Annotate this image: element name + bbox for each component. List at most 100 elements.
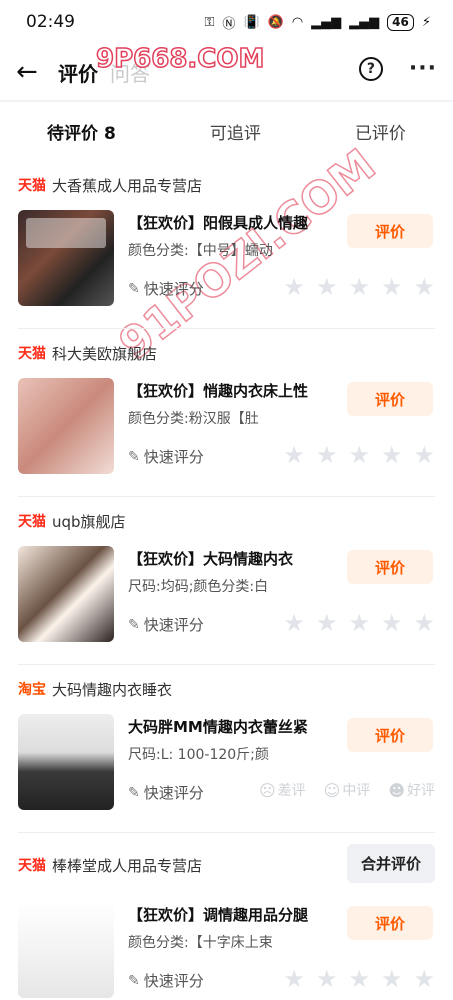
bad-review-option[interactable]: ☹ 差评: [259, 780, 306, 800]
quick-rate: ✎ 快速评分: [128, 972, 204, 990]
star-rating: ★ ★ ★ ★ ★: [283, 610, 435, 636]
merge-review-button[interactable]: 合并评价: [346, 844, 435, 883]
shop-name[interactable]: 大码情趣内衣睡衣: [52, 679, 172, 700]
pencil-icon: ✎: [128, 616, 140, 633]
signal-icon: ▂▄▆: [311, 14, 342, 30]
tab-pending[interactable]: 待评价 8: [47, 119, 116, 144]
help-icon[interactable]: ?: [358, 56, 383, 81]
neutral-face-icon: ☺: [323, 780, 341, 800]
mute-icon: 🔕: [267, 14, 284, 30]
shop-card: 天猫 uqb旗舰店 【狂欢价】大码情趣内衣 尺码:均码;颜色分类:白 ✎ 快速评分…: [0, 506, 453, 656]
star-icon[interactable]: ★: [283, 610, 305, 636]
status-icons: ⚿ Ⓝ 📳 🔕 ◠ ▂▄▆ ▂▄▆ 46 ⚡: [205, 13, 431, 32]
status-bar: 02:49 ⚿ Ⓝ 📳 🔕 ◠ ▂▄▆ ▂▄▆ 46 ⚡: [0, 0, 453, 44]
battery-indicator: 46: [387, 13, 414, 31]
star-icon[interactable]: ★: [413, 966, 435, 992]
star-icon[interactable]: ★: [381, 610, 403, 636]
pencil-icon: ✎: [128, 280, 140, 297]
charging-icon: ⚡: [421, 14, 431, 30]
star-icon[interactable]: ★: [283, 966, 305, 992]
star-icon[interactable]: ★: [316, 442, 338, 468]
shop-card: 天猫 大香蕉成人用品专营店 【狂欢价】阳假具成人情趣 颜色分类:【中号】蠕动 ✎…: [0, 170, 453, 320]
product-title[interactable]: 【狂欢价】调情趣用品分腿: [128, 904, 328, 925]
shop-name[interactable]: 大香蕉成人用品专营店: [52, 175, 202, 196]
order-item: 【狂欢价】调情趣用品分腿 颜色分类:【十字床上束 ✎ 快速评分 评价 ★ ★ ★ …: [0, 902, 453, 1000]
platform-badge: 天猫: [18, 858, 46, 874]
star-icon[interactable]: ★: [381, 442, 403, 468]
star-icon[interactable]: ★: [348, 442, 370, 468]
order-item: 【狂欢价】大码情趣内衣 尺码:均码;颜色分类:白 ✎ 快速评分 评价 ★ ★ ★ …: [0, 546, 453, 656]
happy-face-icon: ☻: [388, 780, 405, 800]
product-title[interactable]: 大码胖MM情趣内衣蕾丝紧: [128, 716, 328, 737]
tab-reviewed[interactable]: 已评价: [355, 119, 406, 144]
shop-card: 天猫 棒棒堂成人用品专营店 合并评价 【狂欢价】调情趣用品分腿 颜色分类:【十字…: [0, 844, 453, 1000]
shop-name[interactable]: uqb旗舰店: [52, 511, 126, 532]
divider: [18, 664, 435, 665]
qa-tab[interactable]: 问答: [110, 58, 150, 87]
pencil-icon: ✎: [128, 448, 140, 465]
divider: [18, 496, 435, 497]
star-icon[interactable]: ★: [316, 966, 338, 992]
page-title[interactable]: 评价: [58, 58, 98, 87]
star-icon[interactable]: ★: [413, 274, 435, 300]
star-icon[interactable]: ★: [348, 274, 370, 300]
signal2-icon: ▂▄▆: [349, 14, 380, 30]
product-image[interactable]: [18, 902, 114, 998]
nfc-icon: Ⓝ: [222, 16, 236, 32]
platform-badge: 淘宝: [18, 682, 46, 698]
star-icon[interactable]: ★: [413, 442, 435, 468]
tab-followup[interactable]: 可追评: [210, 119, 261, 144]
star-icon[interactable]: ★: [413, 610, 435, 636]
product-image[interactable]: [18, 378, 114, 474]
star-icon[interactable]: ★: [316, 274, 338, 300]
product-spec: 颜色分类:【中号】蠕动: [128, 243, 273, 259]
product-title[interactable]: 【狂欢价】大码情趣内衣: [128, 548, 328, 569]
divider: [18, 832, 435, 833]
order-item: 【狂欢价】阳假具成人情趣 颜色分类:【中号】蠕动 ✎ 快速评分 评价 ★ ★ ★ …: [0, 210, 453, 320]
star-rating: ★ ★ ★ ★ ★: [283, 966, 435, 992]
rate-button[interactable]: 评价: [347, 382, 433, 416]
product-title[interactable]: 【狂欢价】悄趣内衣床上性: [128, 380, 328, 401]
back-arrow-icon[interactable]: ←: [16, 57, 48, 87]
platform-badge: 天猫: [18, 514, 46, 530]
star-icon[interactable]: ★: [283, 274, 305, 300]
star-icon[interactable]: ★: [348, 610, 370, 636]
product-image[interactable]: [18, 714, 114, 810]
quick-rate: ✎ 快速评分: [128, 448, 204, 466]
quick-rate: ✎ 快速评分: [128, 784, 204, 802]
neutral-review-option[interactable]: ☺ 中评: [324, 780, 371, 800]
order-item: 【狂欢价】悄趣内衣床上性 颜色分类:粉汉服【肚 ✎ 快速评分 评价 ★ ★ ★ ★…: [0, 378, 453, 488]
rate-button[interactable]: 评价: [347, 718, 433, 752]
divider: [18, 328, 435, 329]
key-icon: ⚿: [204, 14, 215, 30]
wifi-icon: ◠: [291, 14, 304, 30]
pencil-icon: ✎: [128, 784, 140, 801]
product-spec: 尺码:L: 100-120斤;颜: [128, 747, 269, 763]
pencil-icon: ✎: [128, 972, 140, 989]
rate-button[interactable]: 评价: [347, 906, 433, 940]
shop-card: 淘宝 大码情趣内衣睡衣 大码胖MM情趣内衣蕾丝紧 尺码:L: 100-120斤;…: [0, 674, 453, 824]
star-icon[interactable]: ★: [348, 966, 370, 992]
product-image[interactable]: [18, 210, 114, 306]
product-title[interactable]: 【狂欢价】阳假具成人情趣: [128, 212, 328, 233]
shop-name[interactable]: 棒棒堂成人用品专营店: [52, 855, 202, 876]
status-time: 02:49: [26, 12, 75, 32]
shop-name[interactable]: 科大美欧旗舰店: [52, 343, 157, 364]
platform-badge: 天猫: [18, 178, 46, 194]
sad-face-icon: ☹: [258, 780, 276, 800]
review-tabs: 待评价 8 可追评 已评价: [0, 102, 453, 160]
navbar: ← 评价 问答 ? ···: [0, 44, 453, 100]
platform-badge: 天猫: [18, 346, 46, 362]
rate-button[interactable]: 评价: [347, 550, 433, 584]
quick-rate: ✎ 快速评分: [128, 280, 204, 298]
good-review-option[interactable]: ☻ 好评: [388, 780, 435, 800]
star-icon[interactable]: ★: [381, 274, 403, 300]
star-icon[interactable]: ★: [283, 442, 305, 468]
star-icon[interactable]: ★: [316, 610, 338, 636]
more-icon[interactable]: ···: [409, 56, 437, 81]
product-image[interactable]: [18, 546, 114, 642]
star-icon[interactable]: ★: [381, 966, 403, 992]
product-spec: 颜色分类:【十字床上束: [128, 935, 273, 951]
product-spec: 尺码:均码;颜色分类:白: [128, 579, 269, 595]
rate-button[interactable]: 评价: [347, 214, 433, 248]
